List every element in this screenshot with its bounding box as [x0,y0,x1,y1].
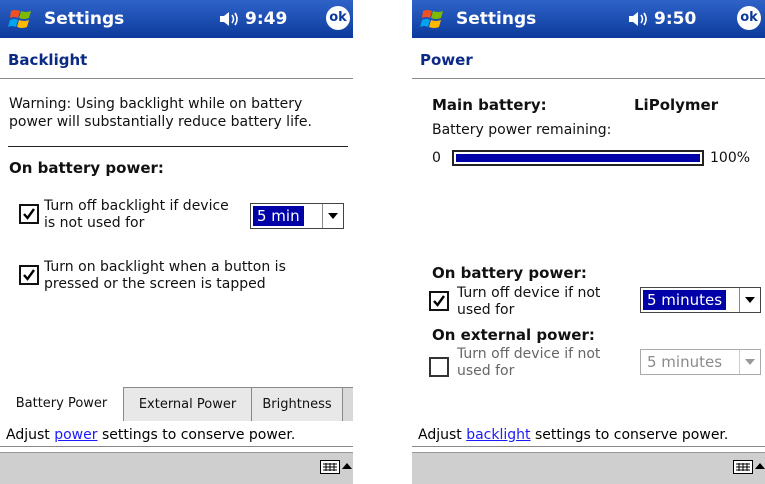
keyboard-icon[interactable] [320,459,340,475]
heading-divider [412,78,765,79]
page-title: Power [420,51,473,69]
chevron-down-icon[interactable] [739,350,760,374]
dropdown-value: 5 minutes [643,290,727,310]
backlight-screen: Settings 9:49 ok Backlight Warning: Usin… [0,0,353,484]
battery-bar-max: 100% [710,150,751,166]
battery-level-bar [452,150,704,166]
clock[interactable]: 9:49 [245,9,287,29]
help-suffix: settings to conserve power. [97,427,296,443]
battery-level-fill [456,154,700,162]
backlight-link[interactable]: backlight [466,427,530,443]
battery-off-label-line2[interactable]: used for [457,302,514,318]
up-arrow-icon[interactable] [755,461,765,471]
help-prefix: Adjust [418,427,467,443]
tab-battery-power[interactable]: Battery Power [0,387,124,421]
ok-button[interactable]: ok [326,6,350,30]
backlight-timeout-dropdown[interactable]: 5 min [250,203,344,229]
dropdown-value: 5 min [253,206,304,226]
page-title: Backlight [8,51,88,69]
app-title: Settings [44,9,125,29]
power-link[interactable]: power [54,427,97,443]
external-section-heading: On external power: [432,326,595,344]
section-heading: On battery power: [9,159,164,177]
menu-bar [412,452,765,484]
windows-flag-icon[interactable] [420,6,448,32]
chevron-down-icon[interactable] [322,204,343,228]
battery-timeout-dropdown[interactable]: 5 minutes [640,287,761,313]
dropdown-value: 5 minutes [647,353,723,371]
battery-bar-min: 0 [432,150,441,166]
keyboard-icon[interactable] [733,459,753,475]
tab-brightness[interactable]: Brightness [252,388,343,421]
warning-text-line2: power will substantially reduce battery … [9,114,312,130]
menu-bar [0,452,353,484]
external-off-label-line2[interactable]: used for [457,363,514,379]
chevron-down-icon[interactable] [739,288,760,312]
backlight-on-label-line1[interactable]: Turn on backlight when a button is [44,259,286,275]
speaker-icon[interactable] [218,10,242,28]
external-off-checkbox[interactable] [429,357,449,377]
help-text: Adjust backlight settings to conserve po… [412,423,765,447]
up-arrow-icon[interactable] [342,461,352,471]
tab-external-power[interactable]: External Power [124,388,252,421]
warning-text-line1: Warning: Using backlight while on batter… [9,96,303,112]
help-text: Adjust power settings to conserve power. [0,423,353,447]
clock[interactable]: 9:50 [654,9,696,29]
backlight-off-label-line1[interactable]: Turn off backlight if device [44,198,229,214]
backlight-off-label-line2[interactable]: is not used for [44,215,144,231]
help-suffix: settings to conserve power. [530,427,729,443]
backlight-off-checkbox[interactable] [19,204,39,224]
windows-flag-icon[interactable] [8,6,36,32]
external-off-label-line1[interactable]: Turn off device if not [457,346,600,362]
main-battery-label: Main battery: [432,96,547,114]
title-bar: Settings 9:50 ok [412,0,765,38]
speaker-icon[interactable] [627,10,651,28]
power-screen: Settings 9:50 ok Power Main battery: LiP… [412,0,765,484]
battery-remaining-label: Battery power remaining: [432,122,612,138]
app-title: Settings [456,9,537,29]
battery-off-checkbox[interactable] [429,291,449,311]
main-battery-type: LiPolymer [634,96,719,114]
backlight-on-checkbox[interactable] [19,265,39,285]
external-timeout-dropdown[interactable]: 5 minutes [640,349,761,375]
heading-divider [0,78,353,79]
ok-button[interactable]: ok [737,6,761,30]
battery-section-heading: On battery power: [432,264,587,282]
section-divider [8,146,348,147]
tab-strip: Battery Power External Power Brightness [0,387,353,421]
help-prefix: Adjust [6,427,55,443]
title-bar: Settings 9:49 ok [0,0,353,38]
battery-off-label-line1[interactable]: Turn off device if not [457,285,600,301]
backlight-on-label-line2[interactable]: pressed or the screen is tapped [44,276,266,292]
